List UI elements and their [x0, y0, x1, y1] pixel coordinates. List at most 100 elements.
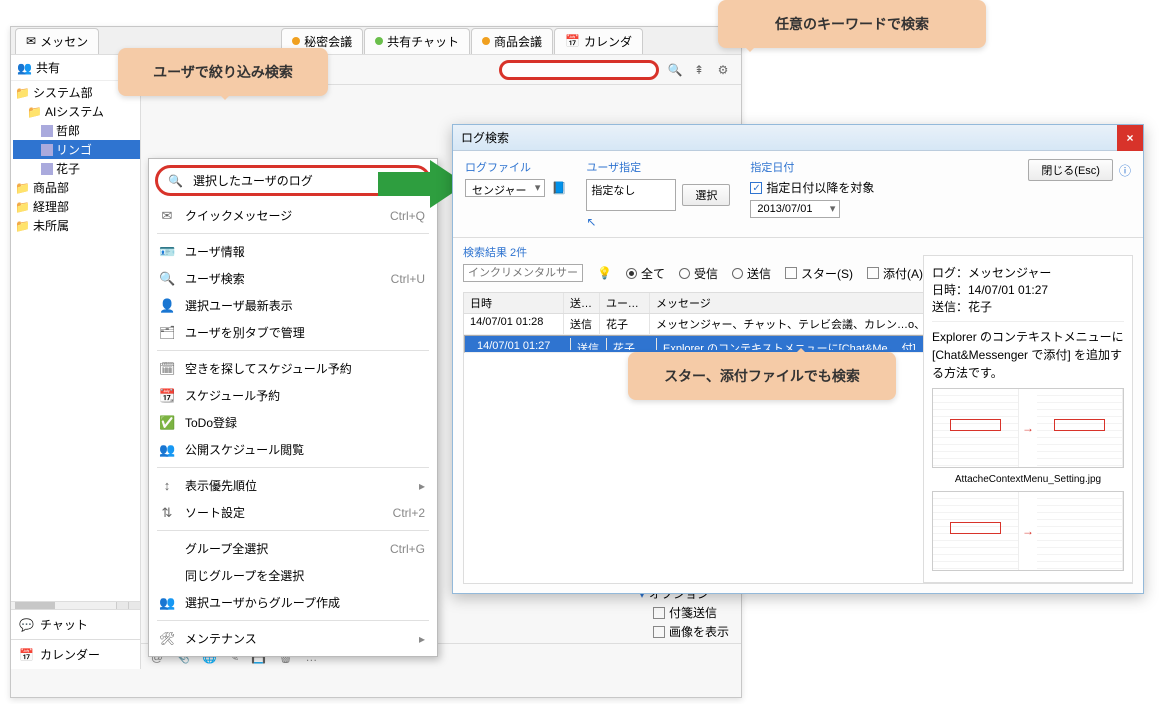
- dot-icon: [375, 37, 383, 45]
- cell-sr: 送信: [571, 338, 607, 350]
- menu-pub-sched[interactable]: 👥公開スケジュール閲覧: [149, 436, 437, 463]
- menu-sched[interactable]: 📆 スケジュール予約: [149, 382, 437, 409]
- radio-icon: [626, 268, 637, 279]
- check-attach[interactable]: 添付(A): [867, 265, 923, 282]
- menu-sel-group[interactable]: グループ全選択Ctrl+G: [149, 535, 437, 562]
- opt-image[interactable]: 画像を表示: [639, 622, 729, 641]
- user-tree[interactable]: システム部 AIシステム 哲郎 リンゴ 花子 商品部 経理部 未所属: [11, 81, 140, 601]
- arrow-icon: →: [1019, 524, 1037, 538]
- col-user[interactable]: ユーザ名: [600, 293, 650, 313]
- menu-make-group[interactable]: 👥選択ユーザからグループ作成: [149, 589, 437, 616]
- check-label: スター(S): [801, 265, 853, 282]
- close-esc-button[interactable]: 閉じる(Esc): [1028, 159, 1113, 181]
- bolt-icon: ✉: [159, 208, 175, 224]
- tree-node-product[interactable]: 商品部: [13, 178, 140, 197]
- col-date[interactable]: 日時: [464, 293, 564, 313]
- menu-label: ユーザを別タブで管理: [185, 324, 425, 341]
- menu-user-search[interactable]: 🔍ユーザ検索Ctrl+U: [149, 265, 437, 292]
- field-label: 指定日付: [750, 159, 874, 175]
- search-icon[interactable]: 🔍: [667, 63, 683, 77]
- arrow-icon: →: [1019, 421, 1037, 435]
- checkbox-icon[interactable]: [653, 607, 665, 619]
- thumbnail-2[interactable]: →: [932, 491, 1124, 571]
- menu-same-group[interactable]: 同じグループを全選択: [149, 562, 437, 589]
- dialog-titlebar[interactable]: ログ検索 ×: [453, 125, 1143, 151]
- cell-user: 花子: [607, 338, 657, 350]
- calendar-icon: 📆: [159, 388, 175, 404]
- sidebar-header-label: 共有: [36, 59, 60, 76]
- close-button[interactable]: ×: [1117, 125, 1143, 151]
- scroll-top-icon[interactable]: ⇞: [691, 63, 707, 77]
- select-user-button[interactable]: 選択: [682, 184, 730, 206]
- tree-node-unassigned[interactable]: 未所属: [13, 216, 140, 235]
- check-label: 指定日付以降を対象: [766, 179, 874, 196]
- radio-label: 全て: [641, 265, 665, 282]
- menu-priority[interactable]: ↕表示優先順位: [149, 472, 437, 499]
- bulb-icon[interactable]: 💡: [597, 266, 612, 280]
- menu-sort[interactable]: ⇅ソート設定Ctrl+2: [149, 499, 437, 526]
- check-label: 添付(A): [883, 265, 923, 282]
- menu-label: 選択ユーザ最新表示: [185, 297, 425, 314]
- menu-label: ToDo登録: [185, 414, 425, 431]
- tab-messenger[interactable]: ✉メッセン: [15, 28, 99, 54]
- callout-star-attach: スター、添付ファイルでも検索: [628, 352, 896, 400]
- col-sr[interactable]: 送/受: [564, 293, 600, 313]
- gear-icon[interactable]: ⚙: [715, 63, 731, 77]
- date-after-checkbox[interactable]: 指定日付以降を対象: [750, 179, 874, 196]
- cell-sr: 送信: [564, 314, 600, 334]
- calendar-search-icon: 🗓: [159, 361, 175, 377]
- checkbox-icon[interactable]: [785, 267, 797, 279]
- menu-label: スケジュール予約: [185, 387, 425, 404]
- calendar-icon: 📅: [19, 648, 34, 662]
- tree-node-ringo[interactable]: リンゴ: [13, 140, 140, 159]
- opt-fusen[interactable]: 付箋送信: [639, 603, 729, 622]
- menu-maintenance[interactable]: 🛠メンテナンス: [149, 625, 437, 652]
- tree-node-hanako[interactable]: 花子: [13, 159, 140, 178]
- tab-calendar[interactable]: 📅カレンダ: [554, 28, 643, 54]
- avatar-icon: [41, 125, 53, 137]
- tab-product[interactable]: 商品会議: [471, 28, 553, 54]
- search-input[interactable]: [499, 60, 659, 80]
- cell-date: 14/07/01 01:27: [471, 338, 571, 350]
- help-icon[interactable]: ⓘ: [1119, 162, 1131, 179]
- tree-node-tetsuro[interactable]: 哲郎: [13, 121, 140, 140]
- checkbox-icon[interactable]: [653, 626, 665, 638]
- check-star[interactable]: スター(S): [785, 265, 853, 282]
- sidebar-hscroll[interactable]: [11, 601, 140, 609]
- logfile-select[interactable]: センジャー: [465, 179, 545, 197]
- callout-user-filter: ユーザで絞り込み検索: [118, 48, 328, 96]
- book-icon[interactable]: 📘: [551, 181, 566, 195]
- date-select[interactable]: 2013/07/01: [750, 200, 840, 218]
- menu-label: クイックメッセージ: [185, 207, 380, 224]
- tab-shared-chat[interactable]: 共有チャット: [364, 28, 470, 54]
- shortcut: Ctrl+2: [393, 506, 425, 520]
- menu-tab-manage[interactable]: 🗂 ユーザを別タブで管理: [149, 319, 437, 346]
- field-logfile: ログファイル センジャー 📘: [465, 159, 566, 197]
- todo-icon: ✅: [159, 415, 175, 431]
- sidebar-chat[interactable]: 💬チャット: [11, 609, 140, 639]
- menu-user-info[interactable]: 🪪ユーザ情報: [149, 238, 437, 265]
- radio-send[interactable]: 送信: [732, 265, 771, 282]
- tree-node-ai[interactable]: AIシステム: [13, 102, 140, 121]
- submenu-arrow-icon: [419, 632, 425, 646]
- tree-node-accounting[interactable]: 経理部: [13, 197, 140, 216]
- folder-icon: [27, 105, 42, 119]
- thumbnail-1[interactable]: →: [932, 388, 1124, 468]
- sort-icon: ⇅: [159, 505, 175, 521]
- radio-recv[interactable]: 受信: [679, 265, 718, 282]
- radio-all[interactable]: 全て: [626, 265, 665, 282]
- menu-todo[interactable]: ✅ ToDo登録: [149, 409, 437, 436]
- checkbox-icon[interactable]: [750, 182, 762, 194]
- menu-label: ユーザ情報: [185, 243, 425, 260]
- detail-filename: AttacheContextMenu_Setting.jpg: [932, 474, 1124, 485]
- avatar-icon: [41, 163, 53, 175]
- tree-label: 花子: [56, 160, 80, 177]
- sidebar-calendar[interactable]: 📅カレンダー: [11, 639, 140, 669]
- menu-free-sched[interactable]: 🗓空きを探してスケジュール予約: [149, 355, 437, 382]
- tabs-icon: 🗂: [159, 325, 175, 341]
- tree-label: 商品部: [33, 179, 69, 196]
- incremental-search-input[interactable]: [463, 264, 583, 282]
- callout-keyword: 任意のキーワードで検索: [718, 0, 986, 48]
- checkbox-icon[interactable]: [867, 267, 879, 279]
- menu-recent[interactable]: 👤選択ユーザ最新表示: [149, 292, 437, 319]
